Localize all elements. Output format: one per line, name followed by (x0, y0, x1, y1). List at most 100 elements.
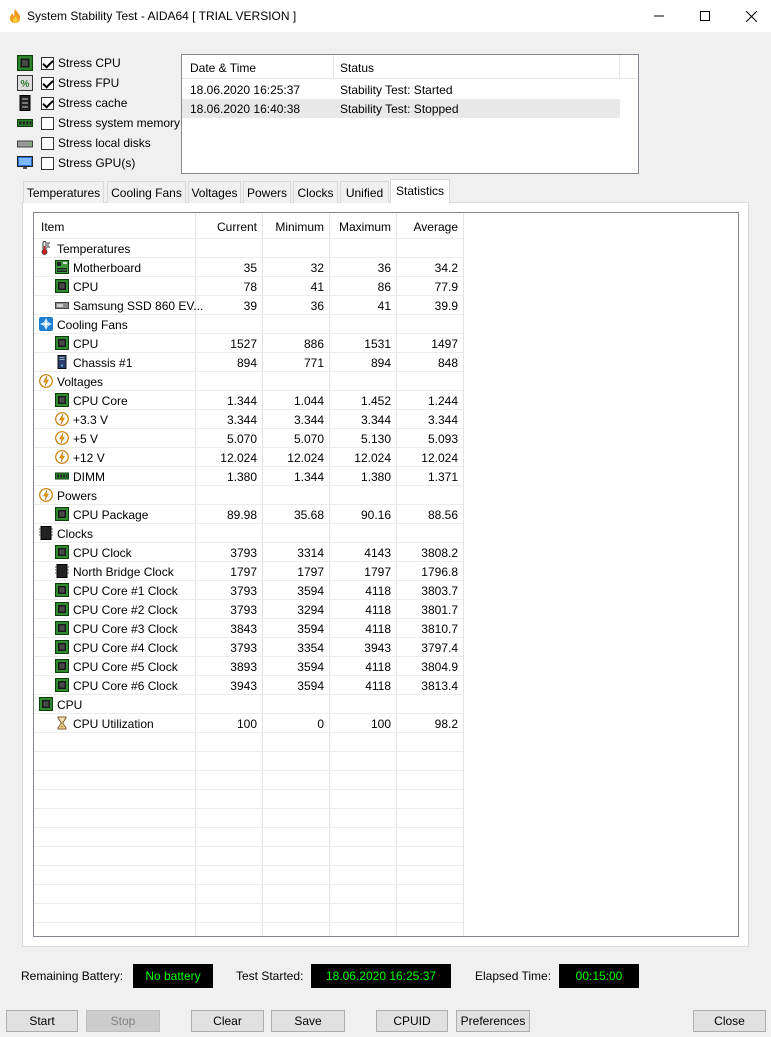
tab-clocks[interactable]: Clocks (293, 181, 338, 203)
stats-current-value: 89.98 (226, 508, 257, 522)
grid-header: Item Current Minimum Maximum Average (34, 213, 738, 239)
cpu-chip-icon (55, 507, 69, 521)
stats-row[interactable]: CPU Core #4 Clock 3793 3354 3943 3797.4 (34, 638, 464, 657)
stats-current-value: 1.380 (226, 470, 257, 484)
stats-current-value: 5.070 (226, 432, 257, 446)
log-col-status[interactable]: Status (340, 61, 374, 75)
stress-option[interactable]: Stress CPU (17, 54, 121, 72)
stats-row[interactable]: CPU Core #3 Clock 3843 3594 4118 3810.7 (34, 619, 464, 638)
stats-current-value: 3793 (230, 641, 257, 655)
stats-average-value: 5.093 (427, 432, 458, 446)
stability-log[interactable]: Date & Time Status 18.06.2020 16:25:37 S… (181, 54, 639, 174)
stress-option[interactable]: % Stress FPU (17, 74, 119, 92)
log-row[interactable]: 18.06.2020 16:25:37 Stability Test: Star… (182, 80, 620, 99)
tab-powers[interactable]: Powers (243, 181, 291, 203)
cpu-chip-icon (39, 697, 53, 711)
stats-group-row[interactable]: Clocks (34, 524, 464, 543)
stress-option[interactable]: Stress local disks (17, 134, 151, 152)
stress-option[interactable]: Stress system memory (17, 114, 180, 132)
stress-checkbox[interactable] (41, 156, 54, 170)
cpu-chip-icon (55, 545, 69, 559)
tab-temperatures[interactable]: Temperatures (23, 181, 104, 203)
statistics-grid[interactable]: Item Current Minimum Maximum Average Tem… (33, 212, 739, 937)
col-maximum[interactable]: Maximum (329, 220, 391, 234)
stats-item-name: +12 V (73, 451, 105, 465)
cpu-chip-icon (55, 678, 69, 692)
stats-row[interactable]: Chassis #1 894 771 894 848 (34, 353, 464, 372)
stress-checkbox[interactable] (41, 76, 54, 90)
stats-row[interactable]: Samsung SSD 860 EV... 39 36 41 39.9 (34, 296, 464, 315)
stats-row[interactable]: CPU Package 89.98 35.68 90.16 88.56 (34, 505, 464, 524)
stats-group-row[interactable]: Powers (34, 486, 464, 505)
stats-minimum-value: 32 (310, 261, 324, 275)
stress-option[interactable]: Stress GPU(s) (17, 154, 135, 172)
stats-average-value: 3.344 (427, 413, 458, 427)
stats-group-row[interactable]: Cooling Fans (34, 315, 464, 334)
log-datetime: 18.06.2020 16:25:37 (190, 83, 301, 97)
log-col-datetime[interactable]: Date & Time (190, 61, 256, 75)
tab-unified[interactable]: Unified (340, 181, 389, 203)
stats-row[interactable]: CPU Core #1 Clock 3793 3594 4118 3803.7 (34, 581, 464, 600)
stats-current-value: 39 (243, 299, 257, 313)
close-window-button[interactable] (728, 0, 771, 32)
stats-row[interactable]: North Bridge Clock 1797 1797 1797 1796.8 (34, 562, 464, 581)
col-current[interactable]: Current (195, 220, 257, 234)
stats-item-name: CPU (57, 698, 83, 712)
stats-group-row[interactable]: Voltages (34, 372, 464, 391)
battery-value: No battery (133, 964, 213, 988)
test-started-value: 18.06.2020 16:25:37 (311, 964, 451, 988)
disk-icon (17, 135, 33, 151)
stop-button[interactable]: Stop (86, 1010, 160, 1032)
stats-group-row[interactable]: Temperatures (34, 239, 464, 258)
stats-row[interactable]: +3.3 V 3.344 3.344 3.344 3.344 (34, 410, 464, 429)
stress-checkbox[interactable] (41, 116, 54, 130)
stress-checkbox[interactable] (41, 136, 54, 150)
stats-row[interactable]: CPU Core 1.344 1.044 1.452 1.244 (34, 391, 464, 410)
cache-icon (17, 95, 33, 111)
stats-row[interactable]: CPU Clock 3793 3314 4143 3808.2 (34, 543, 464, 562)
stats-item-name: DIMM (73, 470, 105, 484)
tab-cooling-fans[interactable]: Cooling Fans (107, 181, 186, 203)
minimize-button[interactable] (636, 0, 682, 32)
stats-row[interactable]: CPU Core #2 Clock 3793 3294 4118 3801.7 (34, 600, 464, 619)
stats-group-row[interactable]: CPU (34, 695, 464, 714)
stats-minimum-value: 3594 (297, 660, 324, 674)
stats-row[interactable]: +12 V 12.024 12.024 12.024 12.024 (34, 448, 464, 467)
stats-average-value: 3808.2 (421, 546, 458, 560)
stats-average-value: 3810.7 (421, 622, 458, 636)
stats-maximum-value: 12.024 (354, 451, 391, 465)
stats-average-value: 39.9 (434, 299, 458, 313)
minimize-icon (654, 15, 664, 17)
col-item[interactable]: Item (41, 220, 64, 234)
stats-item-name: +5 V (73, 432, 99, 446)
col-minimum[interactable]: Minimum (262, 220, 324, 234)
stats-item-name: CPU Core #4 Clock (73, 641, 178, 655)
tab-voltages[interactable]: Voltages (188, 181, 241, 203)
stats-row[interactable]: CPU Core #6 Clock 3943 3594 4118 3813.4 (34, 676, 464, 695)
stress-checkbox[interactable] (41, 56, 54, 70)
stats-row[interactable]: DIMM 1.380 1.344 1.380 1.371 (34, 467, 464, 486)
stats-row[interactable]: CPU Utilization 100 0 100 98.2 (34, 714, 464, 733)
stats-minimum-value: 41 (310, 280, 324, 294)
save-button[interactable]: Save (271, 1010, 345, 1032)
log-row[interactable]: 18.06.2020 16:40:38 Stability Test: Stop… (182, 99, 620, 118)
stats-current-value: 3893 (230, 660, 257, 674)
preferences-button[interactable]: Preferences (456, 1010, 530, 1032)
stress-option-label: Stress cache (58, 96, 128, 110)
stress-checkbox[interactable] (41, 96, 54, 110)
stress-option-label: Stress GPU(s) (58, 156, 136, 170)
stats-current-value: 3793 (230, 584, 257, 598)
col-average[interactable]: Average (396, 220, 458, 234)
stress-option[interactable]: Stress cache (17, 94, 127, 112)
stats-row[interactable]: CPU 78 41 86 77.9 (34, 277, 464, 296)
clear-button[interactable]: Clear (191, 1010, 264, 1032)
stats-row[interactable]: CPU 1527 886 1531 1497 (34, 334, 464, 353)
stats-row[interactable]: CPU Core #5 Clock 3893 3594 4118 3804.9 (34, 657, 464, 676)
stats-row[interactable]: Motherboard 35 32 36 34.2 (34, 258, 464, 277)
stats-row[interactable]: +5 V 5.070 5.070 5.130 5.093 (34, 429, 464, 448)
tab-statistics[interactable]: Statistics (390, 179, 450, 203)
cpuid-button[interactable]: CPUID (376, 1010, 448, 1032)
close-button[interactable]: Close (693, 1010, 766, 1032)
start-button[interactable]: Start (6, 1010, 78, 1032)
maximize-button[interactable] (682, 0, 728, 32)
